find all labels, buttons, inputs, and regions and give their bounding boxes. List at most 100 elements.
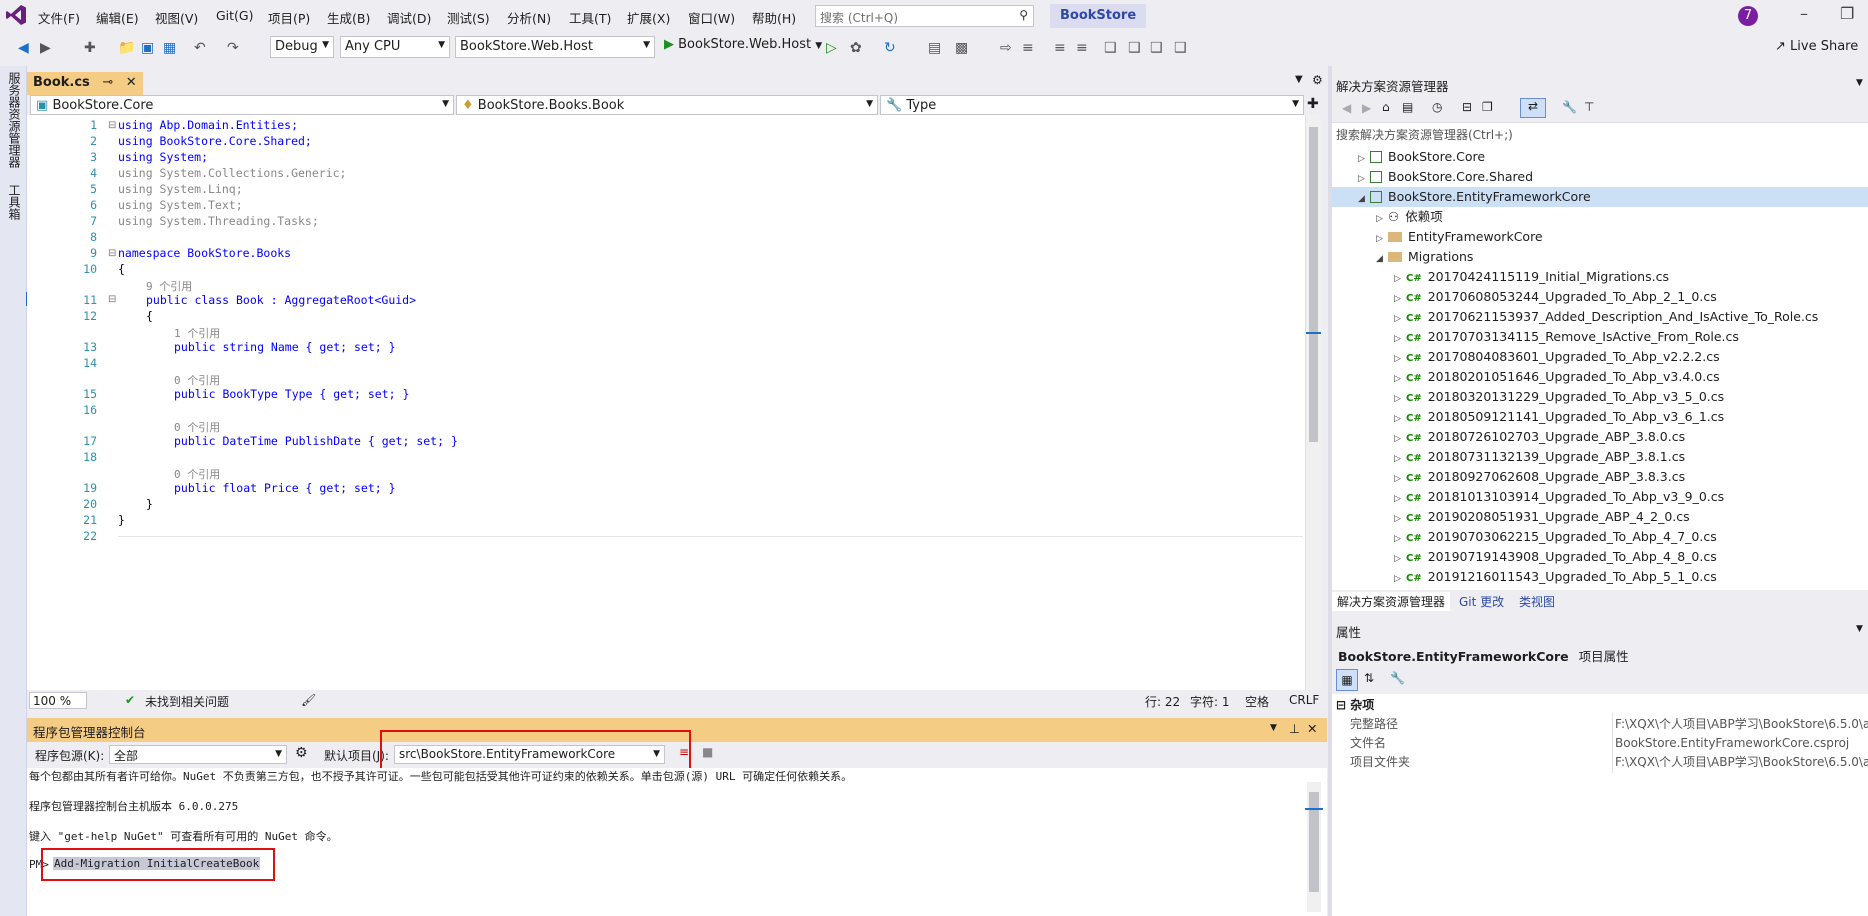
uncomment-icon[interactable]: ≡ — [1076, 40, 1088, 56]
expand-icon[interactable]: ▷ — [1358, 149, 1370, 169]
bookmark-icon[interactable]: ❑ — [1104, 40, 1117, 56]
close-icon[interactable]: ✕ — [126, 75, 137, 90]
browser-link-icon[interactable]: ▤ — [928, 40, 941, 56]
expand-icon[interactable]: ▷ — [1394, 389, 1406, 409]
menu-tools[interactable]: 工具(T) — [569, 8, 611, 27]
property-pages-wrench-icon[interactable]: 🔧 — [1390, 671, 1405, 685]
tree-item-project[interactable]: ▷ BookStore.Core.Shared — [1358, 167, 1533, 187]
scrollbar-thumb[interactable] — [1309, 792, 1319, 892]
pin-icon[interactable]: ⊸ — [102, 75, 113, 90]
collapse-icon[interactable]: ◢ — [1376, 249, 1388, 269]
prev-bookmark-icon[interactable]: ❑ — [1128, 40, 1141, 56]
collapse-icon[interactable]: ⊟ — [1336, 698, 1346, 712]
package-source-dropdown[interactable]: 全部 ▼ — [109, 745, 287, 764]
expand-icon[interactable]: ▷ — [1376, 209, 1388, 229]
menu-build[interactable]: 生成(B) — [327, 8, 370, 27]
tree-item-file[interactable]: ▷ C# 20170621153937_Added_Description_And_… — [1394, 307, 1818, 327]
expand-icon[interactable]: ▷ — [1394, 469, 1406, 489]
expand-icon[interactable]: ▷ — [1394, 449, 1406, 469]
menu-help[interactable]: 帮助(H) — [752, 8, 796, 27]
switch-views-icon[interactable]: ▤ — [1402, 100, 1413, 114]
platform-dropdown[interactable]: Any CPU ▼ — [340, 36, 450, 58]
configuration-dropdown[interactable]: Debug ▼ — [270, 36, 334, 58]
codelens-references[interactable]: 1 个引用 — [174, 325, 220, 341]
run-button[interactable]: ▶ BookStore.Web.Host ▼ — [664, 37, 822, 52]
tree-item-file[interactable]: ▷ C# 20190208051931_Upgrade_ABP_4_2_0.cs — [1394, 507, 1690, 527]
tab-class-view[interactable]: 类视图 — [1514, 592, 1560, 611]
tree-item-project[interactable]: ▷ BookStore.Core — [1358, 147, 1485, 167]
expand-icon[interactable]: ▷ — [1394, 289, 1406, 309]
tree-item-file[interactable]: ▷ C# 20191216011543_Upgraded_To_Abp_5_1_0.… — [1394, 567, 1717, 587]
save-icon[interactable]: ▣ — [141, 40, 154, 56]
expand-icon[interactable]: ▷ — [1394, 269, 1406, 289]
show-all-files-icon[interactable]: ❐ — [1482, 100, 1493, 114]
expand-icon[interactable]: ▷ — [1394, 549, 1406, 569]
collapse-icon[interactable]: ⊟ — [108, 294, 116, 305]
pmc-scrollbar[interactable] — [1307, 782, 1321, 912]
column-divider[interactable] — [1612, 713, 1613, 773]
split-view-icon[interactable]: ✚ — [1307, 96, 1319, 112]
menu-edit[interactable]: 编辑(E) — [96, 8, 139, 27]
tab-git-changes[interactable]: Git 更改 — [1454, 592, 1509, 611]
expand-icon[interactable]: ▷ — [1394, 529, 1406, 549]
tree-item-file[interactable]: ▷ C# 20180731132139_Upgrade_ABP_3.8.1.cs — [1394, 447, 1685, 467]
tab-book-cs[interactable]: Book.cs ⊸ ✕ — [27, 72, 143, 95]
menu-extensions[interactable]: 扩展(X) — [627, 8, 670, 27]
expand-icon[interactable]: ▷ — [1376, 229, 1388, 249]
indent-icon[interactable]: ≡ — [1022, 40, 1034, 56]
property-category[interactable]: ⊟ 杂项 — [1336, 696, 1374, 715]
expand-icon[interactable]: ▷ — [1394, 569, 1406, 589]
issues-status[interactable]: 未找到相关问题 — [145, 693, 229, 710]
tree-item-file[interactable]: ▷ C# 20170703134115_Remove_IsActive_From_R… — [1394, 327, 1739, 347]
expand-icon[interactable]: ▷ — [1394, 349, 1406, 369]
tree-item-folder[interactable]: ◢ Migrations — [1376, 247, 1473, 267]
start-without-debug-icon[interactable]: ▷ — [826, 40, 837, 56]
alphabetical-sort-icon[interactable]: ⇅ — [1364, 671, 1374, 685]
server-explorer-tab[interactable]: 服务器资源管理器 — [6, 72, 23, 168]
pmc-output[interactable]: 每个包都由其所有者许可给你。NuGet 不负责第三方包，也不授予其许可证。一些包… — [27, 768, 1327, 916]
collapse-all-icon[interactable]: ⊟ — [1462, 100, 1472, 114]
tree-item-file[interactable]: ▷ C# 20170608053244_Upgraded_To_Abp_2_1_0.… — [1394, 287, 1717, 307]
editor-scrollbar[interactable] — [1305, 115, 1321, 690]
tree-item-file[interactable]: ▷ C# 20180927062608_Upgrade_ABP_3.8.3.cs — [1394, 467, 1685, 487]
codelens-references[interactable]: 0 个引用 — [174, 419, 220, 435]
char-indicator[interactable]: 字符: 1 — [1190, 693, 1230, 710]
new-item-icon[interactable]: ✚ — [84, 40, 96, 56]
expand-icon[interactable]: ▷ — [1394, 429, 1406, 449]
menu-test[interactable]: 测试(S) — [447, 8, 490, 27]
property-value[interactable]: BookStore.EntityFrameworkCore.csproj — [1615, 734, 1868, 753]
collapse-icon[interactable]: ⊟ — [108, 248, 116, 259]
history-icon[interactable]: ◷ — [1432, 100, 1442, 114]
search-box[interactable]: 搜索 (Ctrl+Q) ⚲ — [815, 5, 1034, 27]
hot-reload-icon[interactable]: ✿ — [850, 40, 862, 56]
open-folder-icon[interactable]: 📁 — [118, 40, 135, 56]
tree-item-folder[interactable]: ▷ EntityFrameworkCore — [1376, 227, 1543, 247]
code-cleanup-icon[interactable]: 🖌 — [301, 693, 316, 707]
codelens-references[interactable]: 0 个引用 — [174, 466, 220, 482]
expand-icon[interactable]: ▷ — [1358, 169, 1370, 189]
menu-file[interactable]: 文件(F) — [38, 8, 80, 27]
tree-item-file[interactable]: ▷ C# 20170424115119_Initial_Migrations.cs — [1394, 267, 1669, 287]
collapse-icon[interactable]: ⊟ — [108, 120, 116, 131]
property-value[interactable]: F:\XQX\个人项目\ABP学习\BookStore\6.5.0\a — [1615, 715, 1868, 734]
clear-bookmarks-icon[interactable]: ❑ — [1174, 40, 1187, 56]
expand-icon[interactable]: ▷ — [1394, 329, 1406, 349]
tree-item-dependencies[interactable]: ▷ ⚇ 依赖项 — [1376, 207, 1443, 227]
live-share-button[interactable]: ↗ Live Share — [1775, 39, 1858, 54]
chevron-down-icon[interactable]: ▼ — [1856, 78, 1863, 88]
menu-debug[interactable]: 调试(D) — [387, 8, 431, 27]
scrollbar-thumb[interactable] — [1309, 127, 1318, 442]
chevron-down-icon[interactable]: ▼ — [1270, 723, 1277, 733]
codelens-references[interactable]: 9 个引用 — [146, 278, 192, 294]
back-icon[interactable]: ◀ — [18, 40, 29, 56]
search-icon[interactable]: ⚲ — [1019, 8, 1028, 22]
line-ending-indicator[interactable]: CRLF — [1289, 693, 1319, 707]
stop-icon[interactable]: ■ — [702, 745, 713, 759]
property-value[interactable]: F:\XQX\个人项目\ABP学习\BookStore\6.5.0\a — [1615, 753, 1868, 772]
codelens-references[interactable]: 0 个引用 — [174, 372, 220, 388]
menu-analyze[interactable]: 分析(N) — [507, 8, 551, 27]
startup-project-dropdown[interactable]: BookStore.Web.Host ▼ — [455, 36, 655, 58]
close-icon[interactable]: ✕ — [1307, 721, 1317, 736]
pin-icon[interactable]: ⊥ — [1289, 721, 1300, 736]
preview-icon[interactable]: ⊤ — [1584, 100, 1594, 114]
